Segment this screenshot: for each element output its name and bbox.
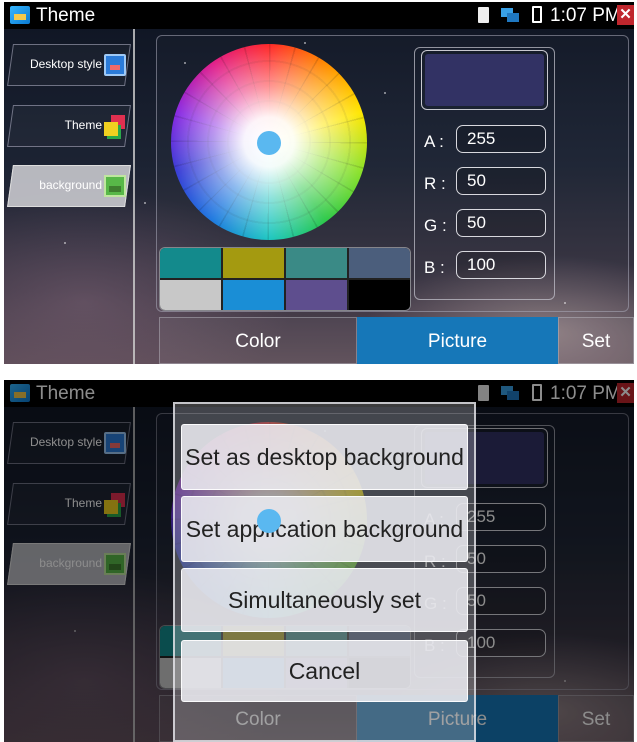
simultaneously-set-button[interactable]: Simultaneously set: [181, 568, 468, 632]
swatch[interactable]: [223, 248, 284, 278]
swatch[interactable]: [160, 280, 221, 310]
sidebar: Desktop style Theme background: [4, 29, 133, 364]
sidebar-item-label: Desktop style: [29, 57, 102, 71]
color-preview: [425, 54, 544, 106]
alpha-label: A :: [424, 132, 444, 151]
red-label: R :: [424, 174, 446, 193]
red-field[interactable]: 50: [456, 167, 546, 195]
color-swatches: [159, 247, 411, 311]
color-wheel-center: [257, 509, 281, 533]
sidebar-item-label: background: [39, 178, 102, 192]
tab-set[interactable]: Set: [558, 317, 634, 364]
tab-color[interactable]: Color: [159, 317, 357, 364]
set-background-dialog: Set as desktop background Set applicatio…: [173, 402, 476, 742]
sidebar-divider: [133, 29, 135, 364]
sd-card-icon: [478, 7, 489, 23]
theme-screen-bottom: Theme 1:07 PM ✕ Desktop style Theme back…: [4, 380, 634, 742]
swatch[interactable]: [160, 248, 221, 278]
swatch[interactable]: [286, 248, 347, 278]
theme-app-icon: [10, 6, 30, 24]
theme-screen-top: Theme 1:07 PM ✕ Desktop style Theme back…: [4, 2, 634, 364]
status-bar: Theme 1:07 PM ✕: [4, 2, 634, 29]
network-icon: [501, 8, 519, 22]
swatch[interactable]: [286, 280, 347, 310]
green-field[interactable]: 50: [456, 209, 546, 237]
set-desktop-background-button[interactable]: Set as desktop background: [181, 424, 468, 490]
sidebar-item-background[interactable]: background: [7, 165, 131, 207]
tab-picture[interactable]: Picture: [357, 317, 558, 364]
blue-label: B :: [424, 258, 445, 277]
app-title: Theme: [36, 5, 96, 26]
battery-icon: [532, 6, 542, 23]
clock: 1:07 PM: [550, 5, 621, 26]
theme-icon: [104, 115, 126, 137]
sidebar-item-desktop-style[interactable]: Desktop style: [7, 44, 131, 86]
close-icon[interactable]: ✕: [617, 5, 634, 25]
swatch[interactable]: [223, 280, 284, 310]
cancel-button[interactable]: Cancel: [181, 640, 468, 702]
green-label: G :: [424, 216, 447, 235]
sidebar-item-theme[interactable]: Theme: [7, 105, 131, 147]
color-preview-frame: [421, 50, 548, 110]
alpha-field[interactable]: 255: [456, 125, 546, 153]
desktop-style-icon: [104, 54, 126, 76]
color-wheel-center: [257, 131, 281, 155]
blue-field[interactable]: 100: [456, 251, 546, 279]
swatch[interactable]: [349, 248, 410, 278]
sidebar-item-label: Theme: [64, 118, 102, 132]
swatch[interactable]: [349, 280, 410, 310]
background-icon: [104, 175, 126, 197]
set-application-background-button[interactable]: Set application background: [181, 496, 468, 562]
